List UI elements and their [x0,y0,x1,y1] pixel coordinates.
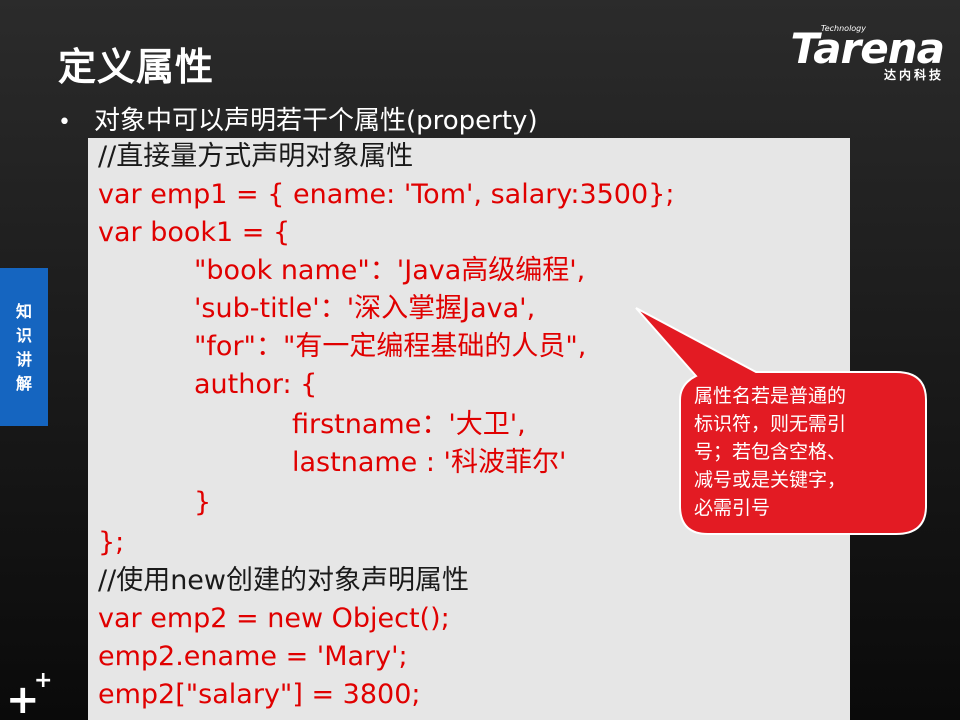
code-line: var emp1 = { ename: 'Tom', salary:3500}; [98,179,675,210]
code-line: }; [98,527,125,558]
code-line: //直接量方式声明对象属性 [98,141,414,172]
callout-line: 属性名若是普通的 [694,385,847,407]
side-tab-char: 知 [15,302,32,321]
slide: 定义属性 Technology Tarena 达内科技 • 对象中可以声明若干个属… [0,0,960,720]
side-tab-char: 识 [15,326,32,345]
callout-line: 标识符，则无需引 [694,413,847,435]
code-line: 'sub-title'：'深入掌握Java', [194,293,536,324]
side-tab-char: 解 [15,374,32,393]
code-line: firstname：'大卫', [292,409,526,440]
bullet-text: 对象中可以声明若干个属性(property) [94,106,538,136]
code-line: "book name"：'Java高级编程', [194,255,586,286]
tarena-logo: Technology Tarena 达内科技 [778,24,945,84]
logo-chinese-name: 达内科技 [883,68,944,82]
bullet-dot-icon: • [58,110,71,135]
code-line: author: { [194,369,318,400]
side-tab-knowledge: 知 识 讲 解 [0,268,48,426]
code-line: "for"："有一定编程基础的人员", [194,331,587,362]
callout-line: 必需引号 [694,497,771,519]
slide-title: 定义属性 [58,45,215,89]
side-tab-char: 讲 [15,350,32,369]
code-line: emp2.ename = 'Mary'; [98,641,408,672]
logo-wordmark: Tarena [790,24,945,73]
code-line: var book1 = { [98,217,291,248]
code-line: lastname : '科波菲尔' [292,447,567,478]
code-line: emp2["salary"] = 3800; [98,679,421,710]
code-line: //使用new创建的对象声明属性 [98,565,469,596]
callout-line: 号；若包含空格、 [694,441,847,463]
code-line: } [194,487,212,518]
bullet-point: • 对象中可以声明若干个属性(property) [58,100,538,137]
callout-line: 减号或是关键字， [694,469,847,491]
code-line: var emp2 = new Object(); [98,603,450,634]
callout-note: 属性名若是普通的 标识符，则无需引 号；若包含空格、 减号或是关键字， 必需引号 [694,382,916,522]
